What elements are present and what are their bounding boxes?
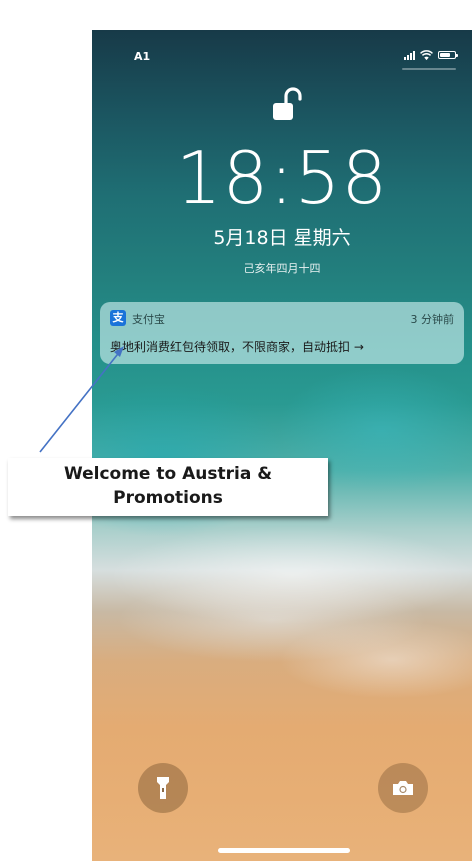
lunar-date-label: 己亥年四月十四 bbox=[243, 262, 321, 275]
clock-time: 18:58 bbox=[175, 136, 389, 220]
annotation-callout: Welcome to Austria & Promotions bbox=[8, 458, 328, 516]
camera-button[interactable] bbox=[378, 763, 428, 813]
flashlight-button[interactable] bbox=[138, 763, 188, 813]
alipay-notification[interactable]: 支 支付宝 3 分钟前 奥地利消费红包待领取，不限商家，自动抵扣 → bbox=[100, 302, 464, 364]
battery-icon bbox=[438, 51, 458, 59]
flashlight-icon bbox=[157, 777, 169, 799]
alipay-icon: 支 bbox=[110, 310, 126, 326]
wifi-icon bbox=[420, 49, 433, 60]
status-indicator-bar bbox=[402, 68, 456, 70]
carrier-label: A1 bbox=[134, 50, 151, 63]
date-label: 5月18日 星期六 bbox=[213, 227, 351, 249]
unlocked-padlock-icon bbox=[273, 87, 302, 120]
phone-lock-screen: A1 18:58 5月18日 星期六 己亥年四月十四 支 支付宝 3 分钟前 奥… bbox=[92, 30, 472, 861]
status-icons bbox=[404, 48, 458, 62]
annotation-line-1: Welcome to Austria & bbox=[63, 464, 273, 484]
camera-icon bbox=[393, 781, 413, 795]
notification-time: 3 分钟前 bbox=[410, 313, 455, 326]
notification-app-name: 支付宝 bbox=[132, 313, 165, 326]
signal-icon bbox=[404, 50, 415, 60]
home-indicator[interactable] bbox=[218, 848, 350, 853]
notification-message: 奥地利消费红包待领取，不限商家，自动抵扣 → bbox=[110, 340, 364, 354]
annotation-line-2: Promotions bbox=[113, 488, 223, 508]
